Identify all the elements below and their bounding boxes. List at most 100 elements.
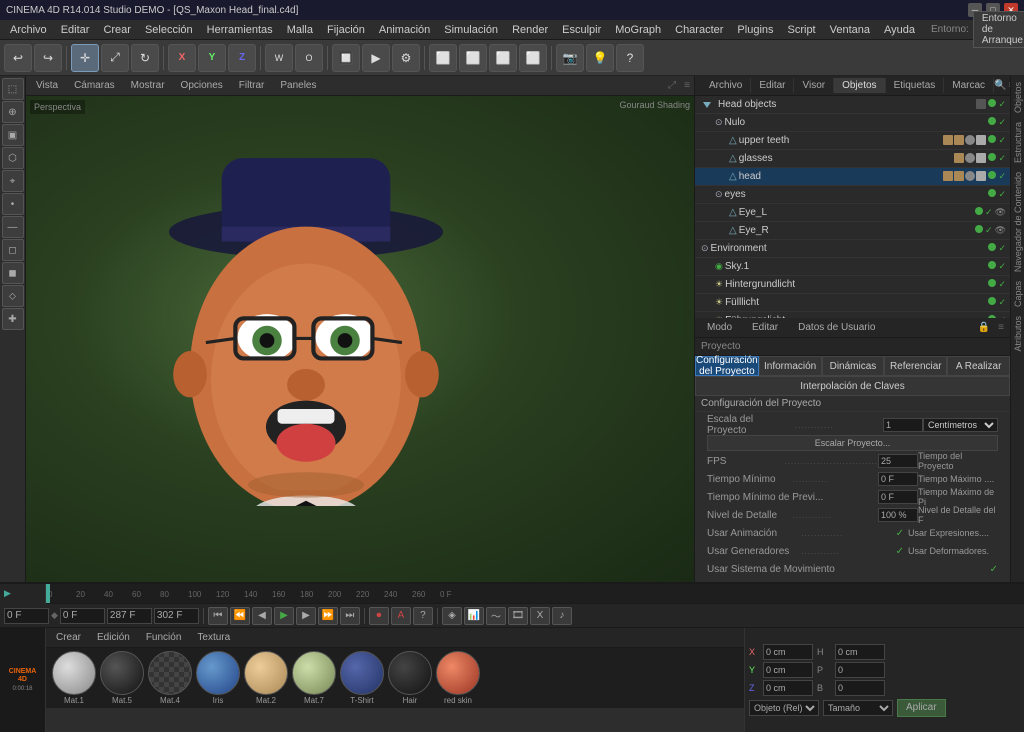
snap-tool[interactable]: 🔲 [332,44,360,72]
search-icon[interactable]: 🔍 [994,80,1006,91]
menu-ventana[interactable]: Ventana [824,22,876,38]
viewport-expand[interactable]: ⤢ [668,80,676,91]
render-check-el[interactable]: ✓ [985,207,993,218]
vis-dot-hl[interactable] [988,279,996,287]
mat-tab-funcion[interactable]: Función [140,630,188,645]
vtab-cameras[interactable]: Cámaras [68,78,121,93]
y-input[interactable] [763,662,813,678]
viewport-2[interactable]: ⬜ [459,44,487,72]
redo-button[interactable]: ↪ [34,44,62,72]
b-input[interactable] [835,680,885,696]
scale-tool[interactable]: ⤢ [101,44,129,72]
prev-key-btn[interactable]: ⏪ [230,607,250,625]
viewport-3[interactable]: ⬜ [489,44,517,72]
move-tool[interactable]: ✛ [71,44,99,72]
x-input[interactable] [763,644,813,660]
escala-unit[interactable]: Centímetros [923,418,998,432]
mat-item-hair[interactable]: Hair [388,651,432,705]
menu-seleccion[interactable]: Selección [139,22,199,38]
tree-item-fulllicht[interactable]: ☀ Fülllicht ✓ [695,294,1010,312]
tree-item-fuhrungslicht[interactable]: ☀ Führungslicht ✓ [695,312,1010,318]
poly-mode[interactable]: ◻ [2,239,24,261]
tree-item-eye-l[interactable]: △ Eye_L ✓ 👁 [695,204,1010,222]
menu-editar[interactable]: Editar [55,22,96,38]
vtab-vista[interactable]: Vista [30,78,64,93]
omtab-editar[interactable]: Editar [751,78,794,93]
menu-crear[interactable]: Crear [97,22,137,38]
attr-tab-datos[interactable]: Datos de Usuario [792,320,881,335]
z-input[interactable] [763,680,813,696]
render-check-nulo[interactable]: ✓ [998,117,1006,128]
escalar-proyecto-btn[interactable]: Escalar Proyecto... [707,435,998,451]
menu-ayuda[interactable]: Ayuda [878,22,921,38]
vtab-opciones[interactable]: Opciones [175,78,229,93]
tree-item-sky1[interactable]: ◉ Sky.1 ✓ [695,258,1010,276]
menu-fijacion[interactable]: Fijación [321,22,371,38]
vis-dot-gl[interactable] [988,153,996,161]
timeline-btn[interactable]: 📊 [464,607,484,625]
omtab-archivo[interactable]: Archivo [701,78,751,93]
vis-dot-ut[interactable] [988,135,996,143]
render-view[interactable]: ▶ [362,44,390,72]
mat-item-mat2[interactable]: Mat.2 [244,651,288,705]
rtab-objetos[interactable]: Objetos [1011,78,1024,117]
rtab-estructura[interactable]: Estructura [1011,118,1024,167]
coord-mode-select[interactable]: Objeto (Rel) [749,700,819,716]
timeline-bar[interactable]: ▶ 0 20 40 60 80 100 120 140 160 180 200 … [0,584,1024,604]
tree-item-nulo[interactable]: ⊙ Nulo ✓ [695,114,1010,132]
btn-referenciar[interactable]: Referenciar [884,356,947,376]
escala-input[interactable] [883,418,923,432]
axis-mode[interactable]: ✚ [2,308,24,330]
vtab-filtrar[interactable]: Filtrar [233,78,271,93]
vtab-mostrar[interactable]: Mostrar [125,78,171,93]
tree-item-upper-teeth[interactable]: △ upper teeth ✓ [695,132,1010,150]
auto-key-btn[interactable]: A [391,607,411,625]
current-frame-input[interactable] [4,608,49,624]
tree-item-head-objects[interactable]: Head objects ✓ [695,96,1010,114]
go-end-btn[interactable]: ⏭ [340,607,360,625]
render-settings[interactable]: ⚙ [392,44,420,72]
go-start-btn[interactable]: ⏮ [208,607,228,625]
render-check-env[interactable]: ✓ [998,243,1006,254]
tree-item-eye-r[interactable]: △ Eye_R ✓ 👁 [695,222,1010,240]
vis-dot-sky[interactable] [988,261,996,269]
mat-item-iris[interactable]: Iris [196,651,240,705]
frame-max-input[interactable] [154,608,199,624]
entorno-value[interactable]: Entorno de Arranque [973,11,1024,48]
poly-select[interactable]: ⬡ [2,147,24,169]
mat-tab-crear[interactable]: Crear [50,630,87,645]
menu-script[interactable]: Script [782,22,822,38]
rect-select[interactable]: ▣ [2,124,24,146]
render-check-fl[interactable]: ✓ [998,297,1006,308]
point-mode[interactable]: • [2,193,24,215]
render-check[interactable]: ✓ [998,99,1006,110]
viewport-4[interactable]: ⬜ [519,44,547,72]
timeline-scale[interactable]: 0 20 40 60 80 100 120 140 160 180 200 22… [46,584,1024,603]
next-key-btn[interactable]: ⏩ [318,607,338,625]
menu-malla[interactable]: Malla [281,22,319,38]
attr-menu-icon[interactable]: ≡ [998,322,1004,333]
btn-informacion[interactable]: Información [759,356,822,376]
rotate-tool[interactable]: ↻ [131,44,159,72]
render-check-hl[interactable]: ✓ [998,279,1006,290]
object-coords[interactable]: O [295,44,323,72]
attr-tab-editar[interactable]: Editar [746,320,784,335]
menu-render[interactable]: Render [506,22,554,38]
keyframe-btn[interactable]: ◈ [442,607,462,625]
world-coords[interactable]: W [265,44,293,72]
curve-btn[interactable]: 〜 [486,607,506,625]
rtab-navegador[interactable]: Navegador de Contenido [1011,168,1024,276]
vis-dot-env[interactable] [988,243,996,251]
mat-tab-edicion[interactable]: Edición [91,630,136,645]
menu-animacion[interactable]: Animación [373,22,436,38]
viewport-1[interactable]: ⬜ [429,44,457,72]
menu-plugins[interactable]: Plugins [731,22,779,38]
xpresso-btn[interactable]: X [530,607,550,625]
next-frame-btn[interactable]: ▶ [296,607,316,625]
attr-tab-modo[interactable]: Modo [701,320,738,335]
apply-button[interactable]: Aplicar [897,699,946,717]
omtab-etiquetas[interactable]: Etiquetas [886,78,945,93]
edge-mode[interactable]: — [2,216,24,238]
mat-item-mat4[interactable]: Mat.4 [148,651,192,705]
lasso-select[interactable]: ⌖ [2,170,24,192]
